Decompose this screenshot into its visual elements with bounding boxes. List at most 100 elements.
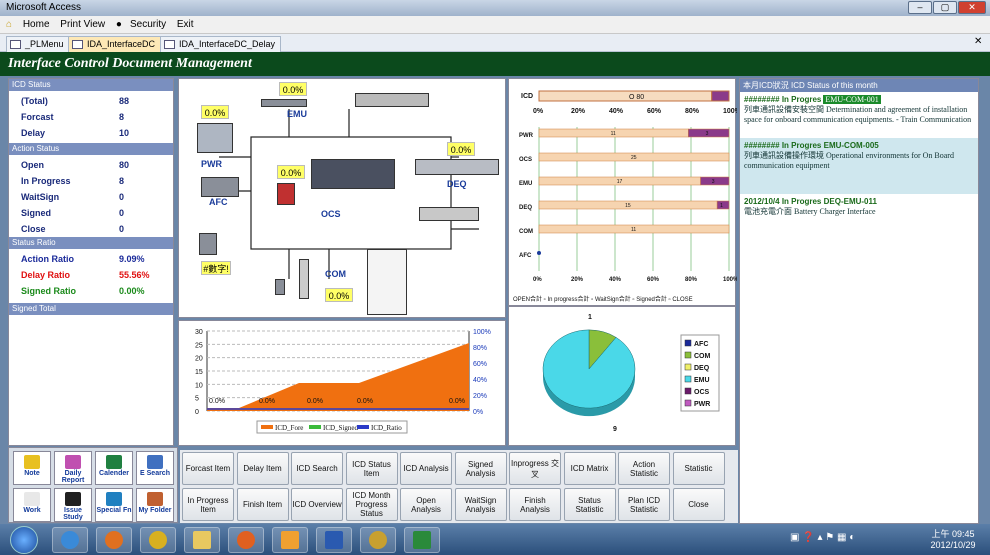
legend-swatch bbox=[357, 425, 369, 429]
status-ratio-header: Status Ratio bbox=[9, 237, 173, 249]
legend-swatch bbox=[684, 351, 692, 359]
bar-chart-svg: ICD O 80 0% 20% 40% 60% 80% 100% 0% 20% 40% 60% 80% 1… bbox=[513, 90, 737, 303]
keys-taskbar-icon[interactable] bbox=[360, 527, 396, 553]
rack-icon bbox=[199, 233, 217, 255]
menu-button-close[interactable]: Close bbox=[672, 488, 725, 521]
y-left-tick: 10 bbox=[195, 382, 203, 389]
y-right-tick: 60% bbox=[473, 361, 487, 368]
action-status-row: Open 80 bbox=[9, 157, 173, 173]
y-left-tick: 15 bbox=[195, 369, 203, 376]
status-item[interactable]: ######## In Progres EMU-COM-005 列車通訊設備操作… bbox=[740, 138, 978, 194]
data-label: 0.0% bbox=[259, 398, 275, 405]
menu-button-icd-status-item[interactable]: ICD Status Item bbox=[345, 452, 398, 485]
tab-ida-interfacedc[interactable]: IDA_InterfaceDC bbox=[68, 36, 162, 52]
minimize-button[interactable]: – bbox=[908, 1, 932, 14]
menu-button-finish-analysis[interactable]: Finish Analysis bbox=[509, 488, 561, 521]
shortcut-label: Daily Report bbox=[61, 470, 85, 484]
pct-top: 0.0% bbox=[279, 82, 307, 96]
excel-taskbar-icon[interactable] bbox=[404, 527, 440, 553]
menu-button-icd-search[interactable]: ICD Search bbox=[291, 452, 343, 485]
menu-home[interactable]: Home bbox=[23, 19, 50, 30]
shortcut-note-button[interactable]: Note bbox=[13, 451, 51, 485]
shortcut-label: Calender bbox=[99, 470, 129, 477]
bar-data-label: 11 bbox=[631, 227, 636, 233]
legend-label: ICD_Ratio bbox=[371, 424, 402, 432]
deq-device-icon bbox=[415, 159, 499, 175]
start-button[interactable] bbox=[10, 526, 38, 554]
shortcut-special-fn-button[interactable]: Special Fn bbox=[95, 488, 133, 522]
clock[interactable]: 上午 09:45 2012/10/29 bbox=[922, 527, 984, 550]
twk-device-icon bbox=[355, 93, 429, 107]
pie-legend: AFC COM DEQ EMU OCS PWR bbox=[680, 334, 720, 412]
tray-icons[interactable]: ▣ ❓ ▴ ⚑ ▦ ◐ bbox=[790, 532, 855, 543]
menu-button-icd-matrix[interactable]: ICD Matrix bbox=[563, 452, 616, 485]
status-item[interactable]: ######## In Progres EMU-COM-001 列車通訊設備安裝… bbox=[740, 92, 978, 138]
icd-status-label: Delay bbox=[21, 128, 46, 138]
shortcut-my-folder-button[interactable]: My Folder bbox=[136, 488, 174, 522]
menu-button-waitsign-analysis[interactable]: WaitSign Analysis bbox=[454, 488, 507, 521]
y-right-tick: 80% bbox=[473, 345, 487, 352]
maximize-button[interactable]: ▢ bbox=[933, 1, 957, 14]
menu-button-statistic[interactable]: Statistic bbox=[672, 452, 725, 485]
shortcut-label: Special Fn bbox=[96, 507, 132, 514]
bar-category-label: AFC bbox=[519, 253, 532, 259]
pct-com: 0.0% bbox=[325, 288, 353, 302]
action-status-value: 8 bbox=[119, 176, 125, 186]
menu-button-plan-icd-statistic[interactable]: Plan ICD Statistic bbox=[618, 488, 670, 521]
explorer-taskbar-icon[interactable] bbox=[184, 527, 220, 553]
bar-segment bbox=[700, 176, 730, 186]
menu-button-signed-analysis[interactable]: Signed Analysis bbox=[454, 452, 507, 485]
menu-security[interactable]: Security bbox=[130, 19, 166, 30]
label-deq: DEQ bbox=[447, 179, 467, 189]
data-label: 0.0% bbox=[307, 398, 323, 405]
status-ratio-row: Delay Ratio 55.56% bbox=[9, 267, 173, 283]
bar-segment bbox=[538, 90, 713, 102]
legend-label: COM bbox=[694, 353, 711, 360]
x-tick-label: 0% bbox=[533, 108, 544, 115]
afc-device-icon bbox=[201, 177, 239, 197]
paint-taskbar-icon[interactable] bbox=[272, 527, 308, 553]
menu-button-status-statistic[interactable]: Status Statistic bbox=[563, 488, 616, 521]
pie-data-label: 9 bbox=[613, 426, 617, 433]
shortcut-work-button[interactable]: Work bbox=[13, 488, 51, 522]
menu-button-finish-item[interactable]: Finish Item bbox=[236, 488, 289, 521]
menu-button-icd-overview[interactable]: ICD Overview bbox=[291, 488, 343, 521]
menu-print-view[interactable]: Print View bbox=[60, 19, 105, 30]
x-tick-label: 20% bbox=[571, 108, 586, 115]
icd-status-value: 88 bbox=[119, 96, 130, 106]
shortcut-issue-study-button[interactable]: Issue Study bbox=[54, 488, 92, 522]
menu-button-forcast-item[interactable]: Forcast Item bbox=[182, 452, 234, 485]
menu-button-icd-month-progress-status[interactable]: ICD Month Progress Status bbox=[345, 488, 398, 521]
pct-emu: 0.0% bbox=[201, 105, 229, 119]
chrome-taskbar-icon[interactable] bbox=[140, 527, 176, 553]
antenna-icon bbox=[299, 259, 309, 299]
label-com: COM bbox=[325, 269, 346, 279]
menu-button-action-statistic[interactable]: Action Statistic bbox=[618, 452, 670, 485]
icd-status-label: Forcast bbox=[21, 112, 54, 122]
menu-button-icd-analysis[interactable]: ICD Analysis bbox=[400, 452, 452, 485]
shortcut-calender-button[interactable]: Calender bbox=[95, 451, 133, 485]
ie-taskbar-icon[interactable] bbox=[52, 527, 88, 553]
window-title: Microsoft Access bbox=[6, 2, 82, 13]
menu-button-inprogress-[interactable]: Inprogress 交叉 bbox=[509, 452, 561, 485]
close-window-button[interactable]: ✕ bbox=[958, 1, 986, 14]
emu-device-icon bbox=[261, 99, 307, 107]
word-taskbar-icon[interactable] bbox=[316, 527, 352, 553]
tab-plmenu[interactable]: _PLMenu bbox=[6, 36, 70, 52]
shortcut-daily-report-button[interactable]: Daily Report bbox=[54, 451, 92, 485]
tab-ida-interfacedc-delay[interactable]: IDA_InterfaceDC_Delay bbox=[160, 36, 282, 52]
status-ratio-row: Action Ratio 9.09% bbox=[9, 251, 173, 267]
media-taskbar-icon[interactable] bbox=[96, 527, 132, 553]
ocs-device-icon bbox=[311, 159, 395, 189]
menu-exit[interactable]: Exit bbox=[177, 19, 194, 30]
menu-button-open-analysis[interactable]: Open Analysis bbox=[400, 488, 452, 521]
status-item[interactable]: 2012/10/4 In Progres DEQ-EMU-011 電池充電介面 … bbox=[740, 194, 978, 220]
trend-chart-svg: 30 25 20 15 10 5 0 100% 80% 60% 40% 20% 0% 0.0% 0.0% 0.… bbox=[195, 329, 491, 434]
firefox-taskbar-icon[interactable] bbox=[228, 527, 264, 553]
shortcut-e-search-button[interactable]: E Search bbox=[136, 451, 174, 485]
menu-button-in-progress-item[interactable]: In Progress Item bbox=[182, 488, 234, 521]
data-label: 0.0% bbox=[357, 398, 373, 405]
close-tab-icon[interactable]: ✕ bbox=[974, 36, 982, 47]
legend-swatch bbox=[684, 339, 692, 347]
menu-button-delay-item[interactable]: Delay Item bbox=[236, 452, 289, 485]
